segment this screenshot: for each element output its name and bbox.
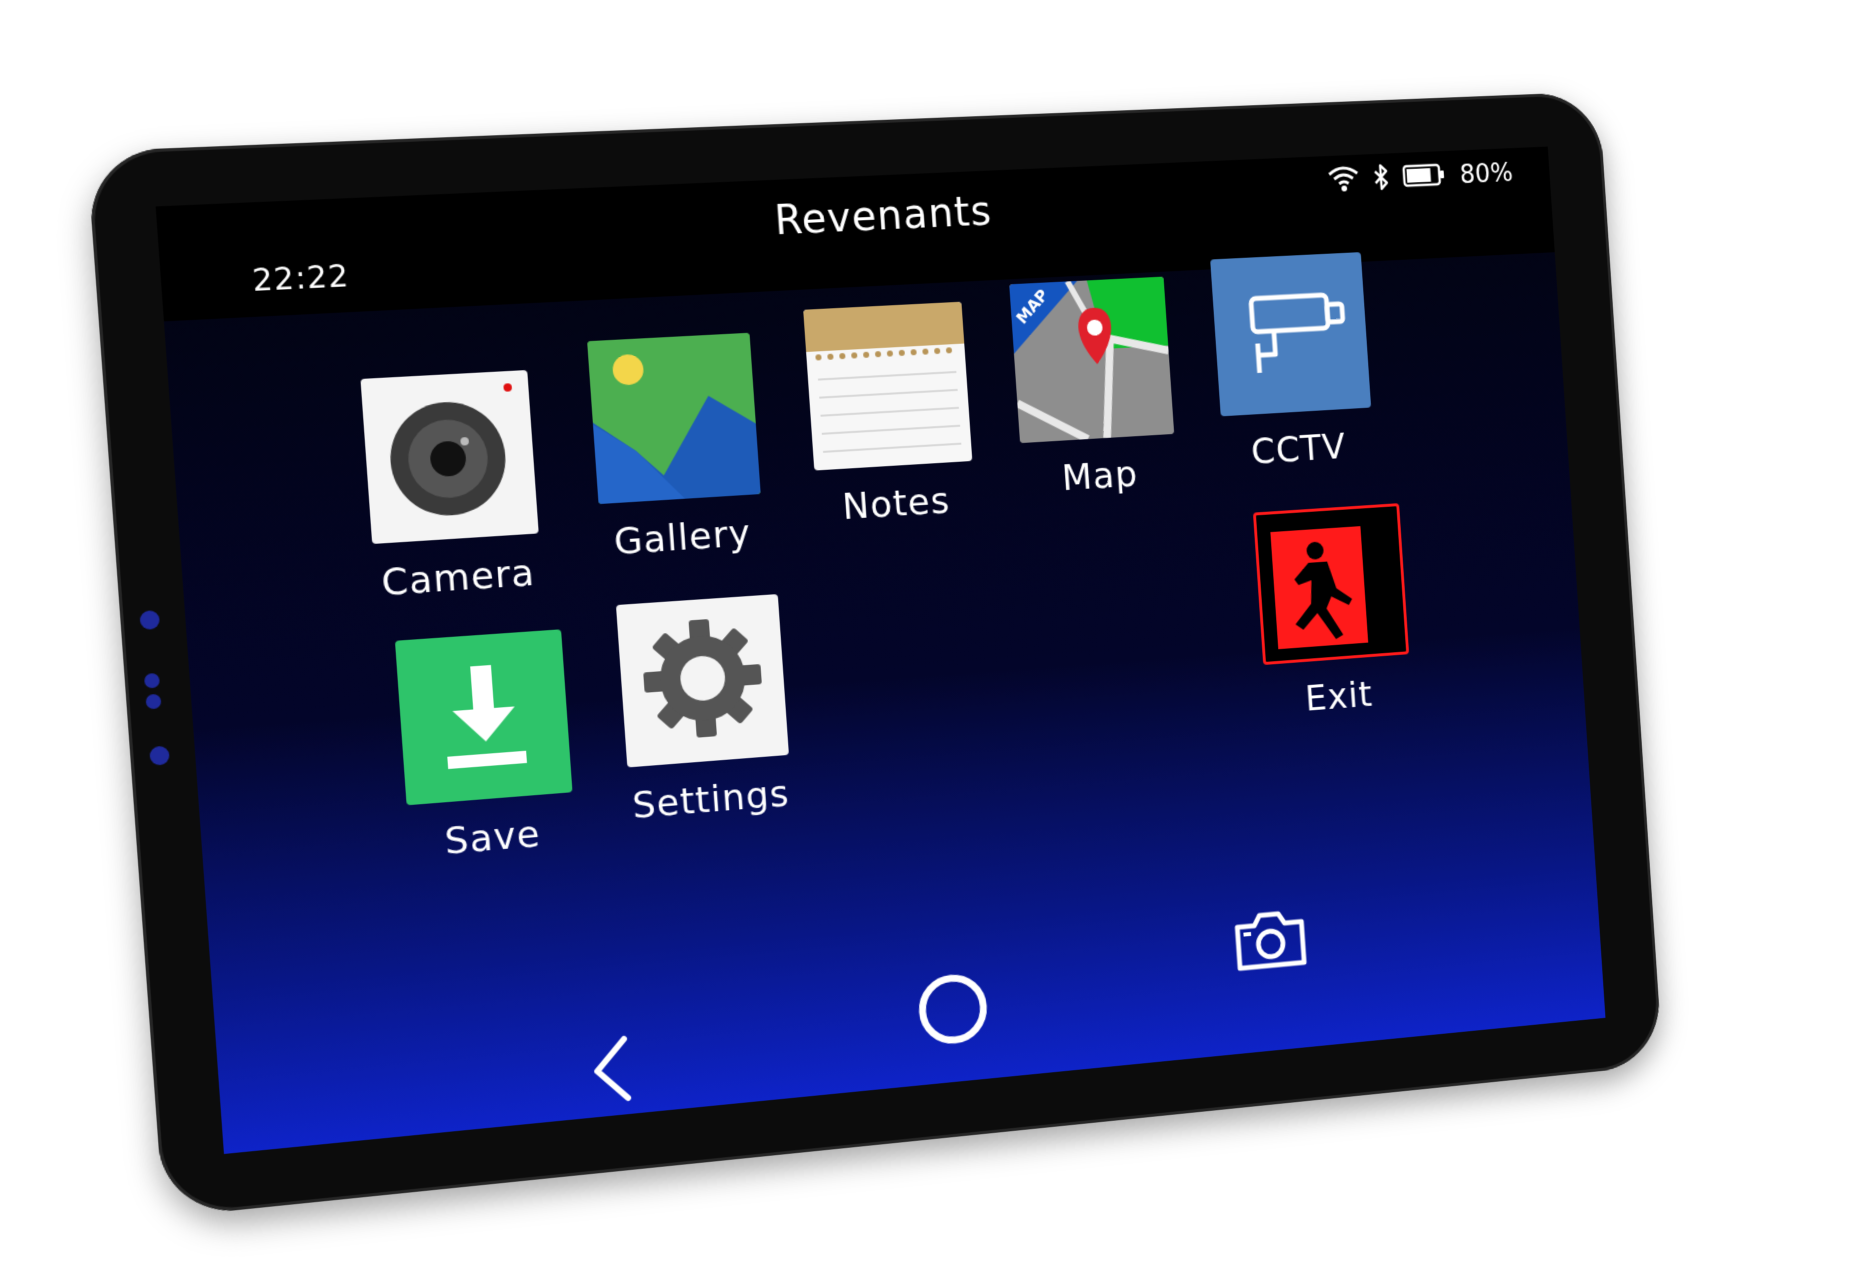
exit-app-icon xyxy=(1252,503,1410,666)
app-save[interactable]: Save xyxy=(390,629,582,866)
app-camera[interactable]: Camera xyxy=(355,370,548,605)
home-circle-icon[interactable] xyxy=(914,969,992,1053)
app-label: Notes xyxy=(840,480,952,529)
cctv-app-icon xyxy=(1210,252,1372,417)
app-cctv[interactable]: CCTV xyxy=(1205,252,1379,475)
battery-icon xyxy=(1402,162,1448,193)
camera-app-icon xyxy=(360,370,539,544)
tablet-side-sensor xyxy=(145,693,162,710)
battery-fill xyxy=(1406,168,1432,183)
app-exit[interactable]: Exit xyxy=(1246,503,1419,723)
app-label: Settings xyxy=(630,773,791,828)
app-label: CCTV xyxy=(1249,426,1348,473)
gallery-app-icon xyxy=(587,332,761,505)
bluetooth-icon xyxy=(1372,163,1391,195)
app-label: Gallery xyxy=(612,512,753,564)
battery-percent: 80% xyxy=(1458,158,1514,191)
tablet-device: 22:22 Revenants 80% Camera Gallery Notes… xyxy=(86,91,1663,1218)
tablet-side-sensor xyxy=(149,745,170,766)
app-map[interactable]: MAP Map xyxy=(1004,276,1183,502)
wifi-icon xyxy=(1327,164,1361,197)
save-app-icon xyxy=(394,629,573,806)
back-chevron-icon[interactable] xyxy=(585,1032,641,1112)
notes-app-icon xyxy=(803,301,973,471)
screenshot-camera-icon[interactable] xyxy=(1231,905,1311,978)
tablet-screen: 22:22 Revenants 80% Camera Gallery Notes… xyxy=(155,146,1606,1154)
app-label: Exit xyxy=(1303,674,1375,720)
settings-app-icon xyxy=(615,594,789,768)
map-app-icon: MAP xyxy=(1009,276,1175,444)
app-label: Save xyxy=(443,813,542,864)
tablet-side-sensor xyxy=(139,609,161,631)
app-gallery[interactable]: Gallery xyxy=(582,332,770,564)
app-label: Map xyxy=(1060,453,1140,500)
app-label: Camera xyxy=(380,552,537,605)
app-notes[interactable]: Notes xyxy=(798,301,981,530)
app-grid: Camera Gallery Notes MAP Map CCTV Save S… xyxy=(164,252,1596,998)
app-settings[interactable]: Settings xyxy=(611,594,798,828)
tablet-side-sensor xyxy=(143,672,161,689)
